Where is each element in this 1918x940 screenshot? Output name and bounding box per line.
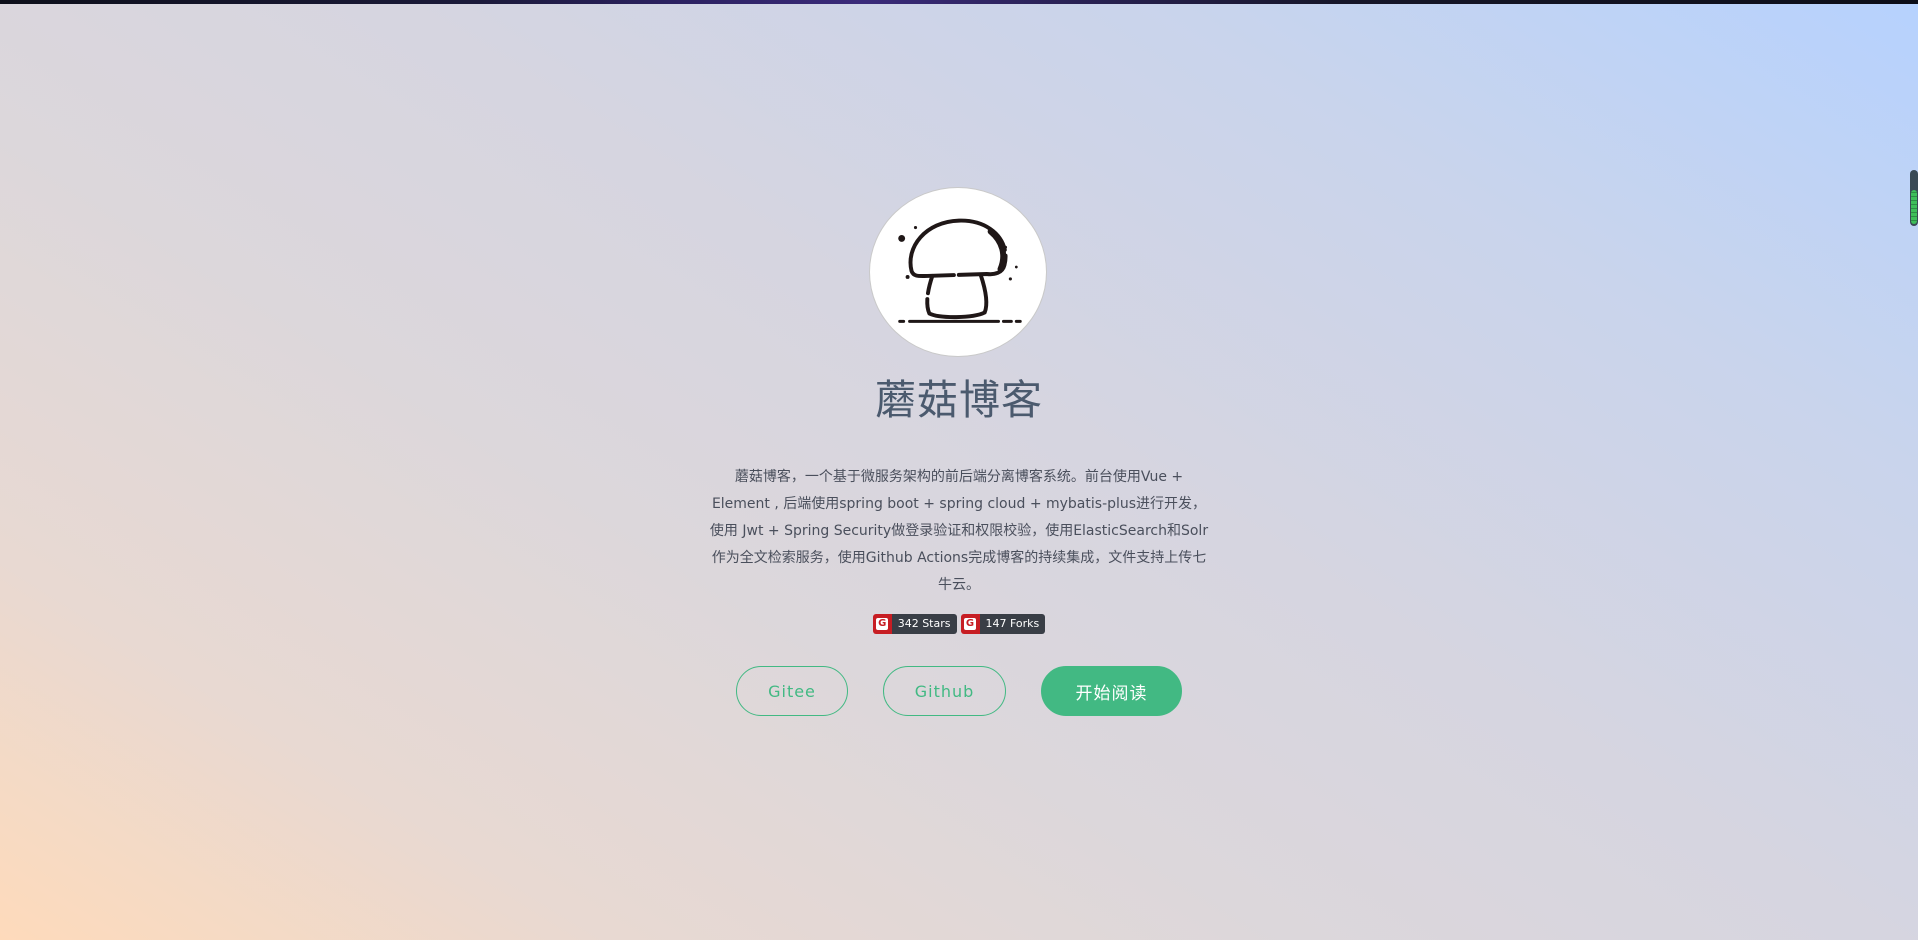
scroll-progress-indicator[interactable] [1910,170,1918,226]
repo-badges: G 342 Stars G 147 Forks [0,614,1918,634]
gitee-logo-icon: G [960,614,980,634]
scroll-progress-fill [1911,190,1917,224]
forks-badge-label: 147 Forks [979,614,1046,634]
gitee-button[interactable]: Gitee [736,666,848,716]
site-description: 蘑菇博客，一个基于微服务架构的前后端分离博客系统。前台使用Vue + Eleme… [709,469,1209,593]
github-button[interactable]: Github [883,666,1006,716]
cover-buttons: Gitee Github 开始阅读 [0,666,1918,716]
forks-badge[interactable]: G 147 Forks [960,614,1046,634]
stars-badge-label: 342 Stars [891,614,957,634]
cover-hero: 蘑菇博客 蘑菇博客，一个基于微服务架构的前后端分离博客系统。前台使用Vue + … [0,0,1918,940]
mushroom-icon [898,218,1022,323]
stars-badge[interactable]: G 342 Stars [872,614,957,634]
start-reading-button[interactable]: 开始阅读 [1041,666,1182,716]
logo-avatar [869,187,1047,357]
site-title: 蘑菇博客 [875,376,1043,424]
gitee-logo-icon: G [872,614,892,634]
